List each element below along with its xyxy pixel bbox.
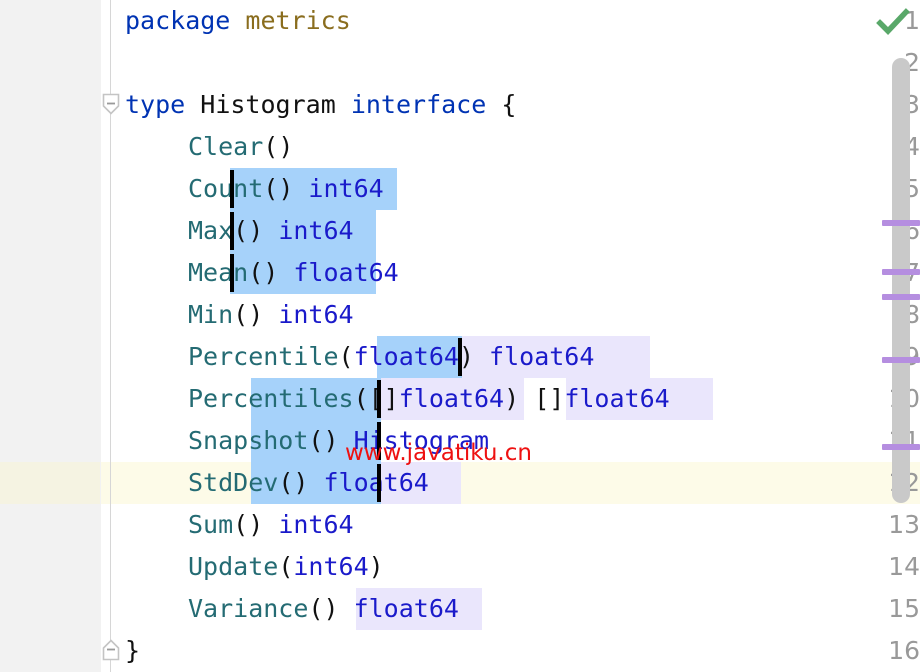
scrollbar-marker <box>882 220 920 226</box>
caret <box>230 170 234 208</box>
code-line[interactable]: Sum() int64 <box>0 504 920 546</box>
code-line-text: Max() int64 <box>188 210 354 252</box>
code-token: ( <box>278 552 293 581</box>
code-line-text: Min() int64 <box>188 294 354 336</box>
code-token: metrics <box>245 6 350 35</box>
code-token: Histogram <box>354 426 489 455</box>
code-token: () <box>278 468 323 497</box>
code-line[interactable]: Mean() float64 <box>0 252 920 294</box>
code-token: Variance <box>188 594 308 623</box>
code-token: { <box>501 90 516 119</box>
scrollbar-marker <box>882 269 920 275</box>
code-line-text: package metrics <box>125 0 351 42</box>
code-token: Mean <box>188 258 248 287</box>
code-token: float64 <box>399 384 504 413</box>
caret <box>230 212 234 250</box>
scrollbar-marker <box>882 444 920 450</box>
code-token: Min <box>188 300 233 329</box>
code-line-text: Snapshot() Histogram <box>188 420 489 462</box>
code-line[interactable]: Min() int64 <box>0 294 920 336</box>
code-token: () <box>233 510 278 539</box>
scrollbar-marker <box>882 357 920 363</box>
code-line-text: } <box>125 630 140 672</box>
scrollbar-marker <box>882 294 920 300</box>
code-line[interactable] <box>0 42 920 84</box>
fold-collapse-icon[interactable] <box>101 638 121 662</box>
code-token: Count <box>188 174 263 203</box>
code-line-text: Mean() float64 <box>188 252 399 294</box>
code-token: () <box>308 594 353 623</box>
code-line[interactable]: StdDev() float64 <box>0 462 920 504</box>
fold-collapse-icon[interactable] <box>101 92 121 116</box>
code-token: () <box>233 300 278 329</box>
code-token: ) [] <box>504 384 564 413</box>
caret <box>377 464 381 502</box>
code-line[interactable]: type Histogram interface { <box>0 84 920 126</box>
code-line[interactable]: Max() int64 <box>0 210 920 252</box>
code-token: () <box>308 426 353 455</box>
code-token: int64 <box>293 552 368 581</box>
code-token: () <box>233 216 278 245</box>
code-token: interface <box>351 90 486 119</box>
code-token: int64 <box>278 300 353 329</box>
code-token: Percentiles <box>188 384 354 413</box>
code-token: Histogram <box>200 90 335 119</box>
code-token: () <box>263 174 308 203</box>
code-token <box>486 90 501 119</box>
code-line-text: Variance() float64 <box>188 588 459 630</box>
code-token: Update <box>188 552 278 581</box>
code-token <box>185 90 200 119</box>
code-token: ) <box>369 552 384 581</box>
code-token <box>230 6 245 35</box>
code-line[interactable]: Percentiles([]float64) []float64 <box>0 378 920 420</box>
code-line[interactable]: Snapshot() Histogram <box>0 420 920 462</box>
code-token: float64 <box>354 342 459 371</box>
code-line[interactable]: Update(int64) <box>0 546 920 588</box>
code-line[interactable]: Clear() <box>0 126 920 168</box>
code-line-text: Count() int64 <box>188 168 384 210</box>
caret <box>230 254 234 292</box>
code-line-text: Sum() int64 <box>188 504 354 546</box>
code-line-text: StdDev() float64 <box>188 462 429 504</box>
code-line[interactable]: } <box>0 630 920 672</box>
code-token: float64 <box>293 258 398 287</box>
code-text-layer[interactable]: package metrics type Histogram interface … <box>0 0 920 672</box>
scrollbar-thumb[interactable] <box>892 58 910 503</box>
code-token: type <box>125 90 185 119</box>
caret <box>458 338 462 376</box>
code-token: float64 <box>564 384 669 413</box>
code-token: float64 <box>489 342 594 371</box>
code-token: Snapshot <box>188 426 308 455</box>
code-token: package <box>125 6 230 35</box>
code-token: () <box>248 258 293 287</box>
code-token: Percentile <box>188 342 339 371</box>
code-line-text: type Histogram interface { <box>125 84 516 126</box>
vertical-scrollbar[interactable] <box>890 58 912 503</box>
code-token: int64 <box>308 174 383 203</box>
code-token: ( <box>339 342 354 371</box>
caret <box>377 422 381 460</box>
code-token: Sum <box>188 510 233 539</box>
code-token: Max <box>188 216 233 245</box>
code-line-text: Update(int64) <box>188 546 384 588</box>
code-token: () <box>263 132 293 161</box>
code-token: int64 <box>278 216 353 245</box>
code-token: int64 <box>278 510 353 539</box>
code-token: float64 <box>354 594 459 623</box>
code-editor[interactable]: 12345678910111213141516 package metricst… <box>0 0 920 672</box>
code-token <box>336 90 351 119</box>
inspection-status-checkmark-icon[interactable] <box>876 8 910 36</box>
code-line[interactable]: Count() int64 <box>0 168 920 210</box>
code-token: Clear <box>188 132 263 161</box>
code-line[interactable]: Variance() float64 <box>0 588 920 630</box>
code-line-text: Clear() <box>188 126 293 168</box>
code-token: } <box>125 636 140 665</box>
code-token: ) <box>459 342 489 371</box>
code-line-text: Percentile(float64) float64 <box>188 336 594 378</box>
caret <box>377 380 381 418</box>
code-line-text: Percentiles([]float64) []float64 <box>188 378 670 420</box>
code-token: StdDev <box>188 468 278 497</box>
code-line[interactable]: package metrics <box>0 0 920 42</box>
